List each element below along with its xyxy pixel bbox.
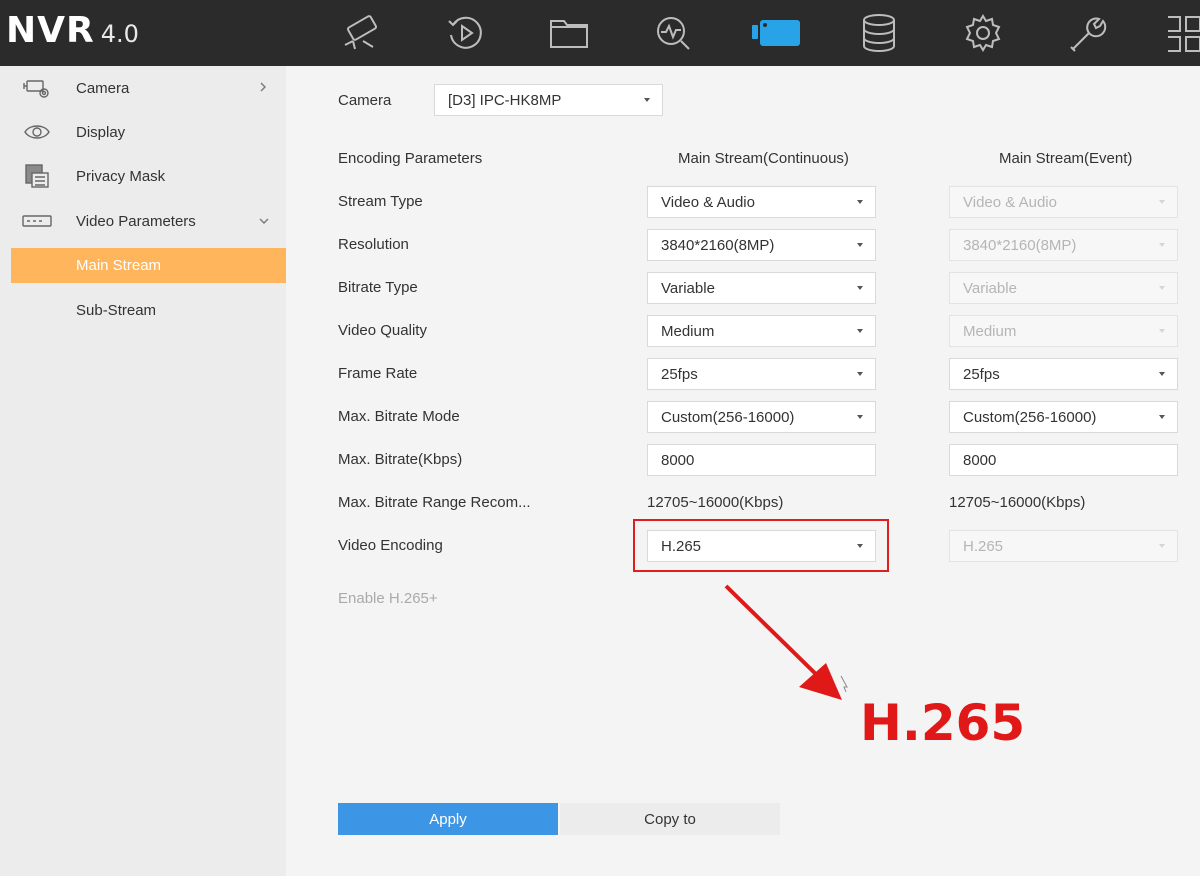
storage-icon[interactable] [856, 10, 902, 56]
sidebar: Camera Display Privacy Mask Video Parame… [0, 66, 286, 876]
privacy-mask-icon [22, 163, 52, 189]
sidebar-item-label: Sub-Stream [76, 301, 157, 319]
sidebar-item-display[interactable]: Display [0, 112, 286, 152]
live-view-icon[interactable] [338, 10, 384, 56]
file-management-icon[interactable] [546, 10, 592, 56]
sidebar-item-main-stream[interactable]: Main Stream [11, 248, 286, 283]
annotation-arrow-icon [724, 584, 848, 700]
app-name: NVR [6, 10, 95, 51]
smart-analysis-icon[interactable] [650, 10, 696, 56]
camera-settings-icon [22, 75, 52, 101]
sidebar-item-sub-stream[interactable]: Sub-Stream [0, 290, 286, 330]
chevron-right-icon [258, 80, 268, 96]
sidebar-item-video-parameters[interactable]: Video Parameters [0, 201, 286, 241]
sidebar-item-camera[interactable]: Camera [0, 68, 286, 108]
camera-icon[interactable] [752, 10, 802, 56]
sidebar-item-label: Display [76, 123, 126, 141]
top-bar: NVR 4.0 [0, 0, 1200, 66]
system-settings-icon[interactable] [960, 10, 1006, 56]
eye-icon [22, 119, 52, 145]
chevron-down-icon [258, 213, 270, 229]
app-version: 4.0 [100, 20, 139, 48]
sidebar-item-label: Privacy Mask [76, 167, 166, 185]
main-panel: Camera [D3] IPC-HK8MP Encoding Parameter… [286, 66, 1200, 876]
sidebar-item-label: Video Parameters [76, 212, 196, 230]
annotation-text: H.265 [860, 694, 1026, 752]
playback-icon[interactable] [442, 10, 488, 56]
maintenance-icon[interactable] [1064, 10, 1110, 56]
sidebar-item-label: Camera [76, 79, 130, 97]
app-logo: NVR 4.0 [6, 10, 139, 51]
more-icon[interactable] [1168, 10, 1200, 56]
sidebar-item-label: Main Stream [76, 257, 162, 274]
sidebar-item-privacy-mask[interactable]: Privacy Mask [0, 156, 286, 196]
video-parameters-icon [22, 208, 52, 234]
